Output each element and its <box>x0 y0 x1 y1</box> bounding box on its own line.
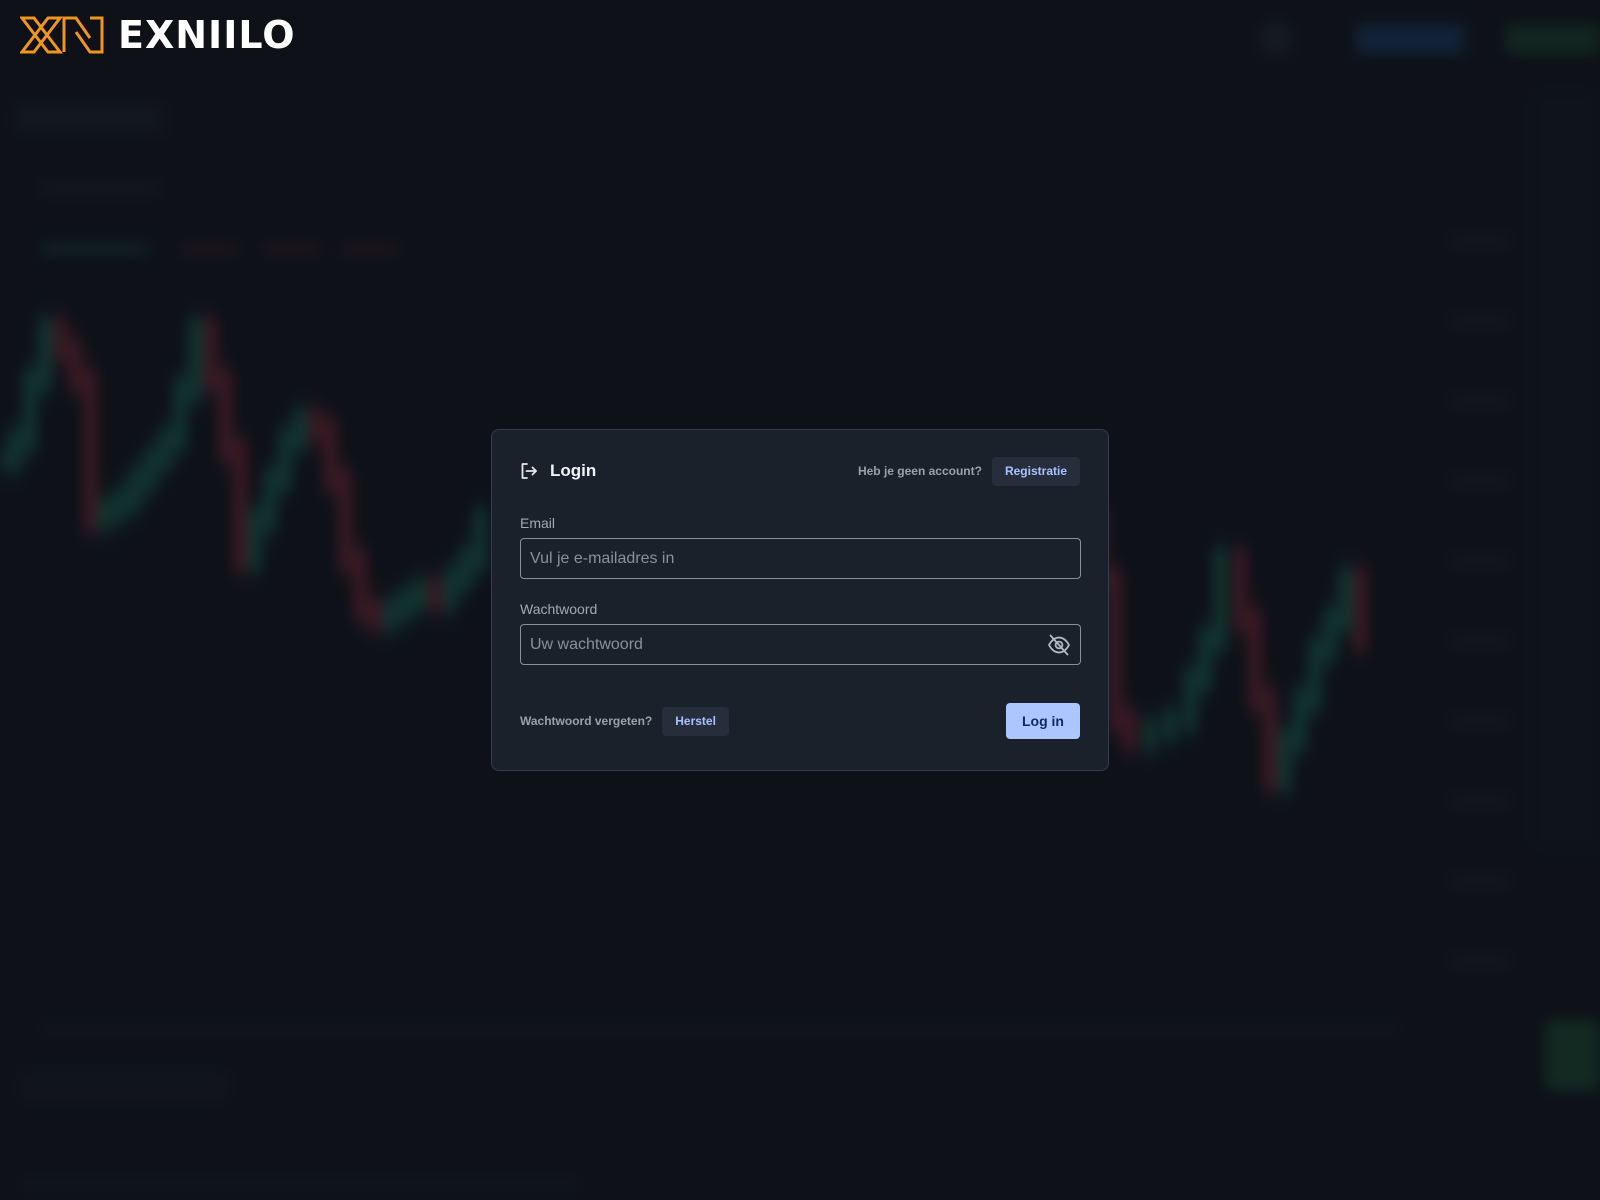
password-group: Wachtwoord <box>520 601 1081 665</box>
login-icon <box>521 463 537 479</box>
brand-name: EXNIILO <box>118 13 296 57</box>
brand-logo[interactable]: EXNIILO <box>20 14 296 56</box>
password-field-wrapper <box>520 624 1081 665</box>
no-account-text: Heb je geen account? <box>857 464 982 478</box>
register-prompt: Heb je geen account? Registratie <box>857 456 1080 486</box>
dialog-title: Login <box>550 461 597 480</box>
recover-button[interactable]: Herstel <box>662 706 729 736</box>
forgot-password-text: Wachtwoord vergeten? <box>520 714 653 728</box>
password-label: Wachtwoord <box>520 601 598 617</box>
email-input[interactable] <box>521 539 1080 578</box>
register-button[interactable]: Registratie <box>991 456 1080 486</box>
login-dialog: Login Heb je geen account? Registratie E… <box>491 429 1109 771</box>
email-field-wrapper <box>520 538 1081 579</box>
email-group: Email <box>520 515 1081 579</box>
exniilo-logo-mark-icon <box>20 16 104 54</box>
eye-off-icon[interactable] <box>1047 634 1071 656</box>
dialog-header: Login Heb je geen account? Registratie <box>520 456 1080 486</box>
login-submit-button[interactable]: Log in <box>1006 703 1080 739</box>
forgot-password-prompt: Wachtwoord vergeten? Herstel <box>520 706 729 736</box>
password-input[interactable] <box>521 625 1080 664</box>
dialog-footer: Wachtwoord vergeten? Herstel Log in <box>520 703 1080 739</box>
dialog-title-group: Login <box>520 461 596 481</box>
email-label: Email <box>520 515 556 531</box>
